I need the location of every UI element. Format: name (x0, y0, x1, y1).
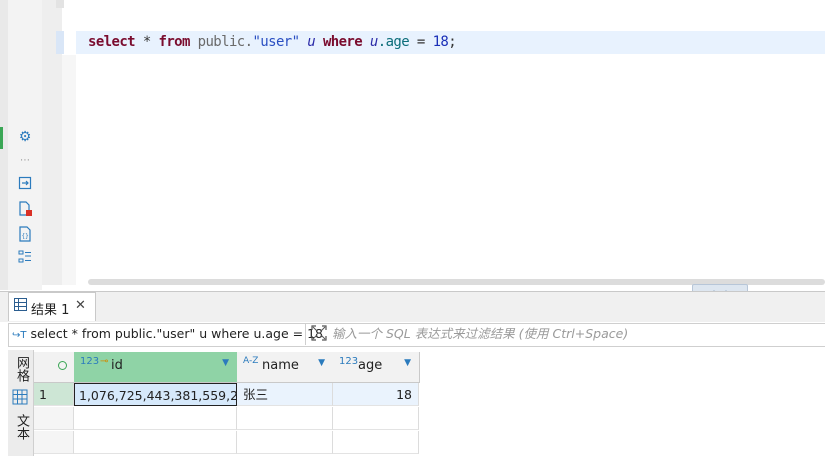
filter-separator (305, 323, 306, 345)
sql-keyword-from: from (158, 34, 190, 50)
results-grid: 123 ⊸ id ▼ A-Z name ▼ 123 age ▼ 1 1,076,… (34, 352, 825, 456)
sql-editor-line[interactable]: select * from public."user" u where u.ag… (88, 31, 457, 54)
outline-icon[interactable] (16, 250, 34, 268)
sql-schema: public. (189, 34, 253, 50)
key-icon: ⊸ (100, 356, 109, 367)
gear-icon[interactable]: ⚙ (16, 128, 34, 146)
row-header-corner[interactable] (34, 352, 75, 383)
svg-text:{}: {} (22, 233, 29, 240)
sort-arrow-icon[interactable]: ▼ (318, 358, 325, 368)
number-type-icon: 123 (339, 356, 359, 367)
sql-table: "user" (252, 34, 300, 50)
text-type-icon: A-Z (243, 356, 259, 366)
tab-label: 结果 1 (31, 303, 70, 318)
column-name: id (111, 358, 123, 373)
tab-results-1[interactable]: 结果 1 ✕ (8, 292, 96, 321)
expand-icon[interactable] (311, 325, 327, 344)
sql-operator: = (409, 34, 433, 50)
grid-icon (14, 298, 27, 315)
filter-query-text: select * from public."user" u where u.ag… (30, 326, 323, 341)
sql-star: * (134, 34, 159, 50)
column-header-name[interactable]: A-Z name ▼ (237, 352, 334, 383)
filter-input[interactable]: 输入一个 SQL 表达式来过滤结果 (使用 Ctrl+Space) (332, 325, 628, 343)
file-error-icon[interactable] (16, 201, 34, 219)
grid-view-icon[interactable] (12, 389, 28, 409)
empty-row (34, 431, 419, 454)
cell-empty (74, 431, 237, 454)
cell-empty (74, 407, 237, 430)
tab-grid-view[interactable]: 网格 (12, 356, 30, 387)
table-row[interactable]: 1 1,076,725,443,381,559,297 张三 18 (34, 383, 825, 406)
sql-alias: u (299, 34, 323, 50)
fold-ruler (62, 55, 76, 285)
sort-arrow-icon[interactable]: ▼ (222, 358, 229, 368)
cell-empty (237, 431, 333, 454)
close-icon[interactable]: ✕ (75, 298, 86, 313)
cell-age[interactable]: 18 (333, 383, 419, 406)
line-marker-top (56, 0, 64, 8)
column-name: age (358, 358, 383, 373)
sql-keyword-select: select (88, 34, 136, 50)
column-header-age[interactable]: 123 age ▼ (333, 352, 420, 383)
cell-id[interactable]: 1,076,725,443,381,559,297 (74, 383, 237, 406)
change-marker (0, 127, 3, 149)
cell-empty (237, 407, 333, 430)
query-history-icon: ↪T (12, 330, 27, 341)
sql-field: .age (377, 34, 410, 50)
row-number-empty (34, 431, 74, 454)
tab-text-view[interactable]: 文本 (12, 414, 30, 445)
cell-empty (333, 431, 419, 454)
tab-text-label: 文本 (14, 414, 29, 440)
column-header-id[interactable]: 123 ⊸ id ▼ (74, 352, 238, 383)
column-name: name (262, 358, 299, 373)
ellipsis-icon: ⋯ (20, 155, 30, 166)
cell-name[interactable]: 张三 (237, 383, 333, 406)
sql-keyword-where: where (322, 34, 363, 50)
current-line-marker (56, 31, 64, 54)
sort-arrow-icon[interactable]: ▼ (404, 358, 411, 368)
results-tab-bar (0, 291, 825, 322)
number-type-icon: 123 (80, 356, 100, 367)
tab-grid-label: 网格 (14, 356, 29, 382)
row-number: 1 (34, 383, 74, 406)
cell-empty (333, 407, 419, 430)
select-all-icon (58, 361, 67, 370)
sql-value: 18 (432, 34, 449, 50)
json-file-icon[interactable]: {} (16, 226, 34, 244)
export-icon[interactable] (16, 176, 34, 194)
filter-query-label[interactable]: ↪T select * from public."user" u where u… (12, 325, 323, 343)
row-number-empty (34, 407, 74, 430)
sql-alias-ref: u (362, 34, 378, 50)
empty-row (34, 407, 419, 430)
sql-terminator: ; (448, 34, 457, 50)
